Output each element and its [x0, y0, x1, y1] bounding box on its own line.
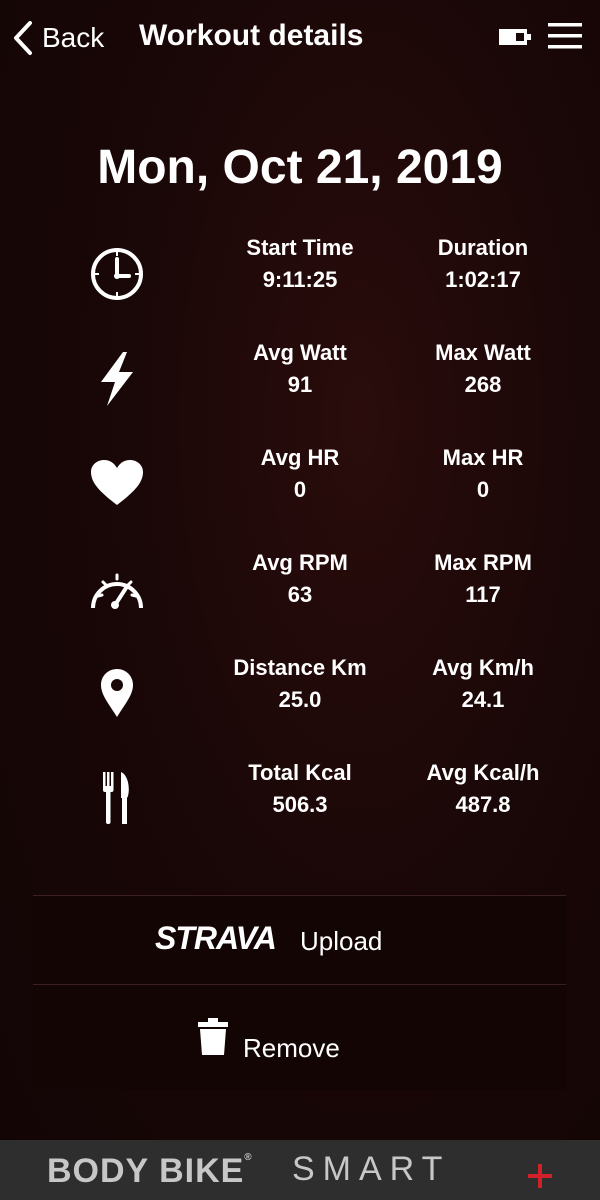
stat-value: 1:02:17 — [445, 267, 521, 292]
trash-icon — [198, 1018, 228, 1055]
stat-label: Duration — [437, 235, 529, 260]
stat-label: Start Time — [246, 235, 354, 260]
stat-label: Avg RPM — [252, 550, 348, 575]
stat-value: 24.1 — [461, 687, 505, 712]
workout-date: Mon, Oct 21, 2019 — [97, 141, 503, 194]
max-hr-stat: Max HR 0 — [383, 443, 583, 507]
total-kcal-stat: Total Kcal 506.3 — [200, 758, 400, 822]
back-label: Back — [42, 22, 105, 53]
distance-stat: Distance Km 25.0 — [200, 653, 400, 717]
stat-label: Max Watt — [435, 340, 531, 365]
stat-value: 0 — [293, 477, 307, 502]
stat-value: 91 — [287, 372, 313, 397]
chevron-left-icon — [14, 21, 32, 55]
brand-footer: BODY BIKE® SMART — [0, 1140, 600, 1200]
stat-value: 268 — [464, 372, 502, 397]
strava-logo: STRAVA — [155, 920, 277, 956]
avg-kcal-stat: Avg Kcal/h 487.8 — [383, 758, 583, 822]
stat-row-watt: Avg Watt 91 Max Watt 268 — [0, 338, 600, 418]
brand-name: BODY BIKE — [47, 1152, 245, 1190]
stat-label: Max HR — [442, 445, 524, 470]
stat-label: Avg HR — [260, 445, 340, 470]
stat-label: Total Kcal — [248, 760, 352, 785]
hamburger-menu-icon[interactable] — [548, 22, 582, 50]
stat-label: Distance Km — [233, 655, 367, 680]
speedometer-icon — [87, 558, 147, 618]
stat-value: 9:11:25 — [262, 267, 338, 292]
fork-knife-icon — [87, 768, 147, 828]
body-bike-logo: BODY BIKE® — [47, 1152, 253, 1191]
top-bar: Back Workout details — [0, 0, 600, 72]
plus-icon — [528, 1164, 552, 1188]
stat-row-distance: Distance Km 25.0 Avg Km/h 24.1 — [0, 653, 600, 733]
stat-row-rpm: Avg RPM 63 Max RPM 117 — [0, 548, 600, 628]
max-rpm-stat: Max RPM 117 — [383, 548, 583, 612]
stat-label: Avg Kcal/h — [426, 760, 540, 785]
strava-upload-button[interactable]: STRAVA Upload — [33, 896, 566, 984]
stat-value: 0 — [476, 477, 490, 502]
clock-icon — [87, 243, 147, 303]
stat-row-kcal: Total Kcal 506.3 Avg Kcal/h 487.8 — [0, 758, 600, 838]
lightning-icon — [87, 348, 147, 408]
smart-logo: SMART — [292, 1150, 451, 1188]
stat-value: 117 — [465, 582, 501, 607]
location-pin-icon — [87, 663, 147, 723]
heart-icon — [87, 453, 147, 513]
page-title: Workout details — [139, 19, 364, 52]
start-time-stat: Start Time 9:11:25 — [200, 233, 400, 297]
avg-speed-stat: Avg Km/h 24.1 — [383, 653, 583, 717]
stat-value: 25.0 — [278, 687, 322, 712]
stat-label: Avg Km/h — [432, 655, 534, 680]
stat-value: 63 — [287, 582, 313, 607]
battery-icon — [499, 29, 531, 45]
duration-stat: Duration 1:02:17 — [383, 233, 583, 297]
stat-label: Avg Watt — [253, 340, 347, 365]
upload-label: Upload — [300, 926, 383, 956]
avg-hr-stat: Avg HR 0 — [200, 443, 400, 507]
registered-mark: ® — [244, 1152, 253, 1163]
stat-row-hr: Avg HR 0 Max HR 0 — [0, 443, 600, 523]
stat-value: 487.8 — [455, 792, 511, 817]
stat-value: 506.3 — [272, 792, 328, 817]
back-button[interactable]: Back — [12, 18, 104, 58]
remove-label: Remove — [243, 1033, 340, 1063]
avg-watt-stat: Avg Watt 91 — [200, 338, 400, 402]
stat-row-time: Start Time 9:11:25 Duration 1:02:17 — [0, 233, 600, 313]
remove-button[interactable]: Remove — [33, 985, 566, 1090]
stat-label: Max RPM — [434, 550, 532, 575]
avg-rpm-stat: Avg RPM 63 — [200, 548, 400, 612]
max-watt-stat: Max Watt 268 — [383, 338, 583, 402]
